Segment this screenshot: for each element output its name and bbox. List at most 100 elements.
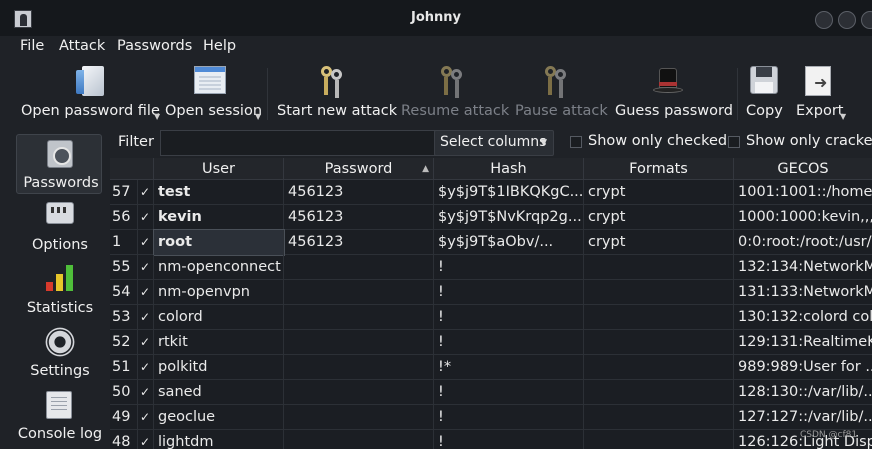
row-checkbox[interactable]: ✓ [138, 330, 154, 355]
select-columns-dropdown[interactable]: Select columns ▼ [434, 130, 554, 156]
minimize-icon[interactable] [815, 11, 833, 29]
cell-id: 49 [110, 405, 138, 430]
table-row[interactable]: 48✓lightdm!126:126:Light Displ... [110, 430, 872, 449]
column-header-password[interactable]: Password ▲ [284, 158, 434, 180]
cell-gecos: 0:0:root:/root:/usr/... [738, 234, 872, 250]
cell-user: kevin [154, 205, 284, 230]
menu-bar: File Attack Passwords Help [0, 36, 872, 60]
keys-icon [319, 66, 345, 98]
table-row[interactable]: 52✓rtkit! 129:131:RealtimeKi... [110, 330, 872, 355]
cell-hash: ! [434, 280, 584, 305]
menu-help[interactable]: Help [203, 38, 236, 54]
table-row[interactable]: 51 ✓ polkitd !* 989:989:User for ... [110, 355, 872, 380]
cell-format [584, 280, 734, 305]
sidebar-item-statistics[interactable]: Statistics [16, 260, 102, 320]
floppy-disk-icon [750, 66, 778, 94]
gear-icon [46, 328, 74, 356]
pause-attack-button[interactable]: Pause attack [515, 60, 608, 128]
row-checkbox[interactable]: ✓ [138, 355, 154, 380]
cell-hash: $y$j9T$aObv/... [434, 230, 584, 255]
dropdown-arrow-icon: ▼ [840, 112, 847, 121]
menu-attack[interactable]: Attack [59, 38, 105, 54]
keys-icon [543, 66, 569, 98]
column-header-gecos[interactable]: GECOS [734, 158, 872, 180]
row-checkbox[interactable]: ✓ [138, 180, 154, 205]
open-session-button[interactable]: Open session ▼ [164, 60, 264, 128]
row-checkbox[interactable]: ✓ [138, 280, 154, 305]
copy-button[interactable]: Copy [746, 60, 786, 128]
cell-hash: ! [434, 430, 584, 449]
cell-format [584, 330, 734, 355]
table-row[interactable]: 56 ✓ kevin 456123 $y$j9T$NvKrqp2g... crypt 100… [110, 205, 872, 230]
document-icon [76, 66, 104, 96]
cell-password [284, 305, 434, 330]
toolbar-separator [267, 68, 268, 120]
cell-gecos: 132:134:NetworkM... [738, 259, 872, 275]
sidebar: Passwords Options Statistics Settings Co… [0, 128, 110, 449]
cell-user: geoclue [154, 405, 284, 430]
sidebar-item-passwords[interactable]: Passwords [16, 134, 102, 194]
cell-user: nm-openvpn [154, 280, 284, 305]
table-row[interactable]: 1 ✓ root 456123 $y$j9T$aObv/... crypt 0:0:root… [110, 229, 872, 256]
cell-id: 1 [110, 230, 138, 255]
cell-password: 456123 [284, 205, 434, 230]
row-checkbox[interactable]: ✓ [138, 230, 154, 255]
cell-password [284, 430, 434, 449]
cell-format [584, 430, 734, 449]
sidebar-item-settings[interactable]: Settings [16, 323, 102, 383]
table-row[interactable]: 53✓colord! 130:132:colord col... [110, 305, 872, 330]
sidebar-item-options[interactable]: Options [16, 197, 102, 257]
table-row[interactable]: 50 ✓ saned! 128:130::/var/lib/... [110, 380, 872, 405]
cell-user: root [153, 229, 285, 256]
sort-ascending-icon: ▲ [422, 164, 429, 174]
cell-user: test [154, 180, 284, 205]
row-checkbox[interactable]: ✓ [138, 405, 154, 430]
menu-passwords[interactable]: Passwords [117, 38, 192, 54]
column-header-user[interactable]: User [154, 158, 284, 180]
cell-format: crypt [584, 180, 734, 205]
cell-hash: ! [434, 330, 584, 355]
sidebar-item-console-log[interactable]: Console log [16, 386, 102, 446]
guess-password-button[interactable]: Guess password [615, 60, 733, 128]
export-button[interactable]: Export ▼ [796, 60, 852, 128]
close-icon[interactable] [861, 11, 872, 29]
password-safe-icon [47, 140, 73, 168]
maximize-icon[interactable] [838, 11, 856, 29]
cell-id: 48 [110, 430, 138, 449]
column-header-formats[interactable]: Formats [584, 158, 734, 180]
toolbar-separator [737, 68, 738, 120]
cell-format [584, 305, 734, 330]
table-row[interactable]: 54✓nm-openvpn! 131:133:NetworkM... [110, 280, 872, 305]
table-row[interactable]: 55✓nm-openconnect! 132:134:NetworkM... [110, 255, 872, 280]
cell-user: rtkit [154, 330, 284, 355]
cell-password: 456123 [284, 180, 434, 205]
row-checkbox[interactable]: ✓ [138, 380, 154, 405]
dropdown-arrow-icon: ▼ [255, 112, 262, 121]
cell-hash: ! [434, 380, 584, 405]
row-checkbox[interactable]: ✓ [138, 205, 154, 230]
column-header-id[interactable] [110, 158, 154, 180]
column-header-hash[interactable]: Hash [434, 158, 584, 180]
row-checkbox[interactable]: ✓ [138, 430, 154, 449]
dropdown-arrow-icon: ▼ [154, 112, 161, 121]
cell-format [584, 255, 734, 280]
export-icon [805, 66, 831, 96]
cell-gecos: 131:133:NetworkM... [738, 284, 872, 300]
title-bar: Johnny [0, 0, 872, 36]
cell-format [584, 380, 734, 405]
open-password-file-button[interactable]: Open password file ▼ [20, 60, 160, 128]
chevron-down-icon: ▼ [540, 138, 547, 148]
watermark-text: CSDN @cf81 [800, 430, 858, 440]
menu-file[interactable]: File [20, 38, 44, 54]
start-new-attack-button[interactable]: Start new attack [277, 60, 397, 128]
resume-attack-button[interactable]: Resume attack [401, 60, 509, 128]
cell-id: 50 [110, 380, 138, 405]
row-checkbox[interactable]: ✓ [138, 305, 154, 330]
cell-hash: $y$j9T$1IBKQKgC... [434, 180, 584, 205]
row-checkbox[interactable]: ✓ [138, 255, 154, 280]
table-row[interactable]: 49 ✓ geoclue! 127:127::/var/lib/... [110, 405, 872, 430]
table-row[interactable]: 57 ✓ test 456123 $y$j9T$1IBKQKgC... crypt 1001… [110, 180, 872, 205]
cell-id: 53 [110, 305, 138, 330]
checkbox-box [570, 136, 582, 148]
cell-password [284, 405, 434, 430]
